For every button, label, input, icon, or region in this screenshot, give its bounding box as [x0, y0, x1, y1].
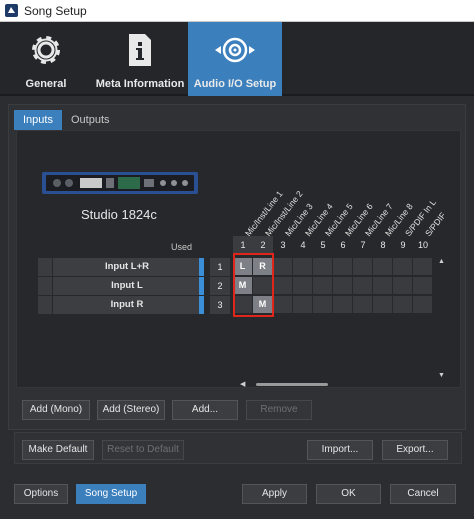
- routing-cell[interactable]: [413, 277, 432, 294]
- input-name[interactable]: Input L: [53, 277, 201, 295]
- tab-general[interactable]: General: [0, 22, 92, 96]
- remove-button[interactable]: Remove: [246, 400, 312, 420]
- channel-number: 5: [320, 240, 326, 250]
- routing-cell[interactable]: [373, 277, 392, 294]
- routing-cell[interactable]: [413, 258, 432, 275]
- cancel-button[interactable]: Cancel: [390, 484, 456, 504]
- used-indicator: [199, 258, 204, 276]
- tab-label: General: [25, 78, 67, 90]
- reset-to-default-button[interactable]: Reset to Default: [102, 440, 184, 460]
- tab-outputs[interactable]: Outputs: [62, 110, 119, 130]
- audio-interface-image: [42, 172, 198, 194]
- channel-number: 10: [417, 240, 428, 250]
- routing-cell[interactable]: [313, 277, 332, 294]
- export-button[interactable]: Export...: [382, 440, 448, 460]
- gear-icon: [28, 32, 64, 68]
- scroll-left-arrow[interactable]: ◀: [240, 380, 245, 388]
- channel-number: 8: [380, 240, 386, 250]
- horizontal-scrollbar[interactable]: [256, 383, 328, 386]
- routing-cell[interactable]: [413, 296, 432, 313]
- routing-cell[interactable]: [353, 277, 372, 294]
- tab-inputs[interactable]: Inputs: [14, 110, 62, 130]
- used-indicator: [199, 277, 204, 295]
- channel-number: 1: [233, 236, 253, 254]
- add-stereo-button[interactable]: Add (Stereo): [97, 400, 165, 420]
- input-name[interactable]: Input R: [53, 296, 201, 314]
- tab-label: Audio I/O Setup: [193, 78, 277, 90]
- routing-cell[interactable]: [333, 296, 352, 313]
- tab-label: Meta Information: [95, 78, 185, 90]
- row-grip[interactable]: [38, 296, 52, 314]
- routing-cell[interactable]: [273, 258, 292, 275]
- routing-cell[interactable]: [393, 296, 412, 313]
- import-button[interactable]: Import...: [307, 440, 373, 460]
- apply-button[interactable]: Apply: [242, 484, 307, 504]
- add-button[interactable]: Add...: [172, 400, 238, 420]
- used-column-header: Used: [171, 242, 193, 252]
- routing-cell[interactable]: [293, 258, 312, 275]
- window-title: Song Setup: [24, 3, 87, 18]
- song-setup-button[interactable]: Song Setup: [76, 484, 146, 504]
- input-index: 3: [210, 296, 230, 314]
- row-grip[interactable]: [38, 258, 52, 276]
- add-mono-button[interactable]: Add (Mono): [22, 400, 90, 420]
- used-indicator: [199, 296, 204, 314]
- routing-cell[interactable]: [273, 296, 292, 313]
- routing-cell[interactable]: [333, 277, 352, 294]
- routing-cell[interactable]: [393, 258, 412, 275]
- routing-cell[interactable]: [313, 258, 332, 275]
- speaker-io-icon: [213, 32, 257, 68]
- device-name: Studio 1824c: [81, 207, 157, 222]
- tab-meta-information[interactable]: Meta Information: [92, 22, 188, 96]
- routing-cell[interactable]: [313, 296, 332, 313]
- scroll-down-arrow[interactable]: ▼: [438, 372, 445, 379]
- routing-cell[interactable]: [373, 258, 392, 275]
- row-grip[interactable]: [38, 277, 52, 295]
- channel-number: 6: [340, 240, 346, 250]
- routing-cell[interactable]: [293, 277, 312, 294]
- app-icon: [4, 4, 18, 18]
- routing-cell[interactable]: [393, 277, 412, 294]
- routing-cell[interactable]: [333, 258, 352, 275]
- title-bar: Song Setup: [0, 0, 474, 22]
- channel-number: 7: [360, 240, 366, 250]
- routing-cell[interactable]: [293, 296, 312, 313]
- channel-number: 3: [280, 240, 286, 250]
- input-index: 2: [210, 277, 230, 295]
- input-name[interactable]: Input L+R: [53, 258, 201, 276]
- routing-cell[interactable]: [273, 277, 292, 294]
- info-document-icon: [127, 32, 153, 68]
- channel-number-row: 1 2 3 4 5 6 7 8 9 10: [233, 236, 433, 254]
- channel-number: 2: [253, 236, 273, 254]
- make-default-button[interactable]: Make Default: [22, 440, 94, 460]
- routing-cell[interactable]: [353, 258, 372, 275]
- top-tab-bar: General Meta Information Audio I/O Setup: [0, 22, 474, 96]
- tab-audio-io-setup[interactable]: Audio I/O Setup: [188, 22, 282, 96]
- scroll-up-arrow[interactable]: ▲: [438, 258, 445, 265]
- options-button[interactable]: Options: [14, 484, 68, 504]
- highlight-box: [233, 253, 274, 317]
- routing-cell[interactable]: [373, 296, 392, 313]
- routing-cell[interactable]: [353, 296, 372, 313]
- channel-number: 9: [400, 240, 406, 250]
- input-index: 1: [210, 258, 230, 276]
- channel-number: 4: [300, 240, 306, 250]
- ok-button[interactable]: OK: [316, 484, 381, 504]
